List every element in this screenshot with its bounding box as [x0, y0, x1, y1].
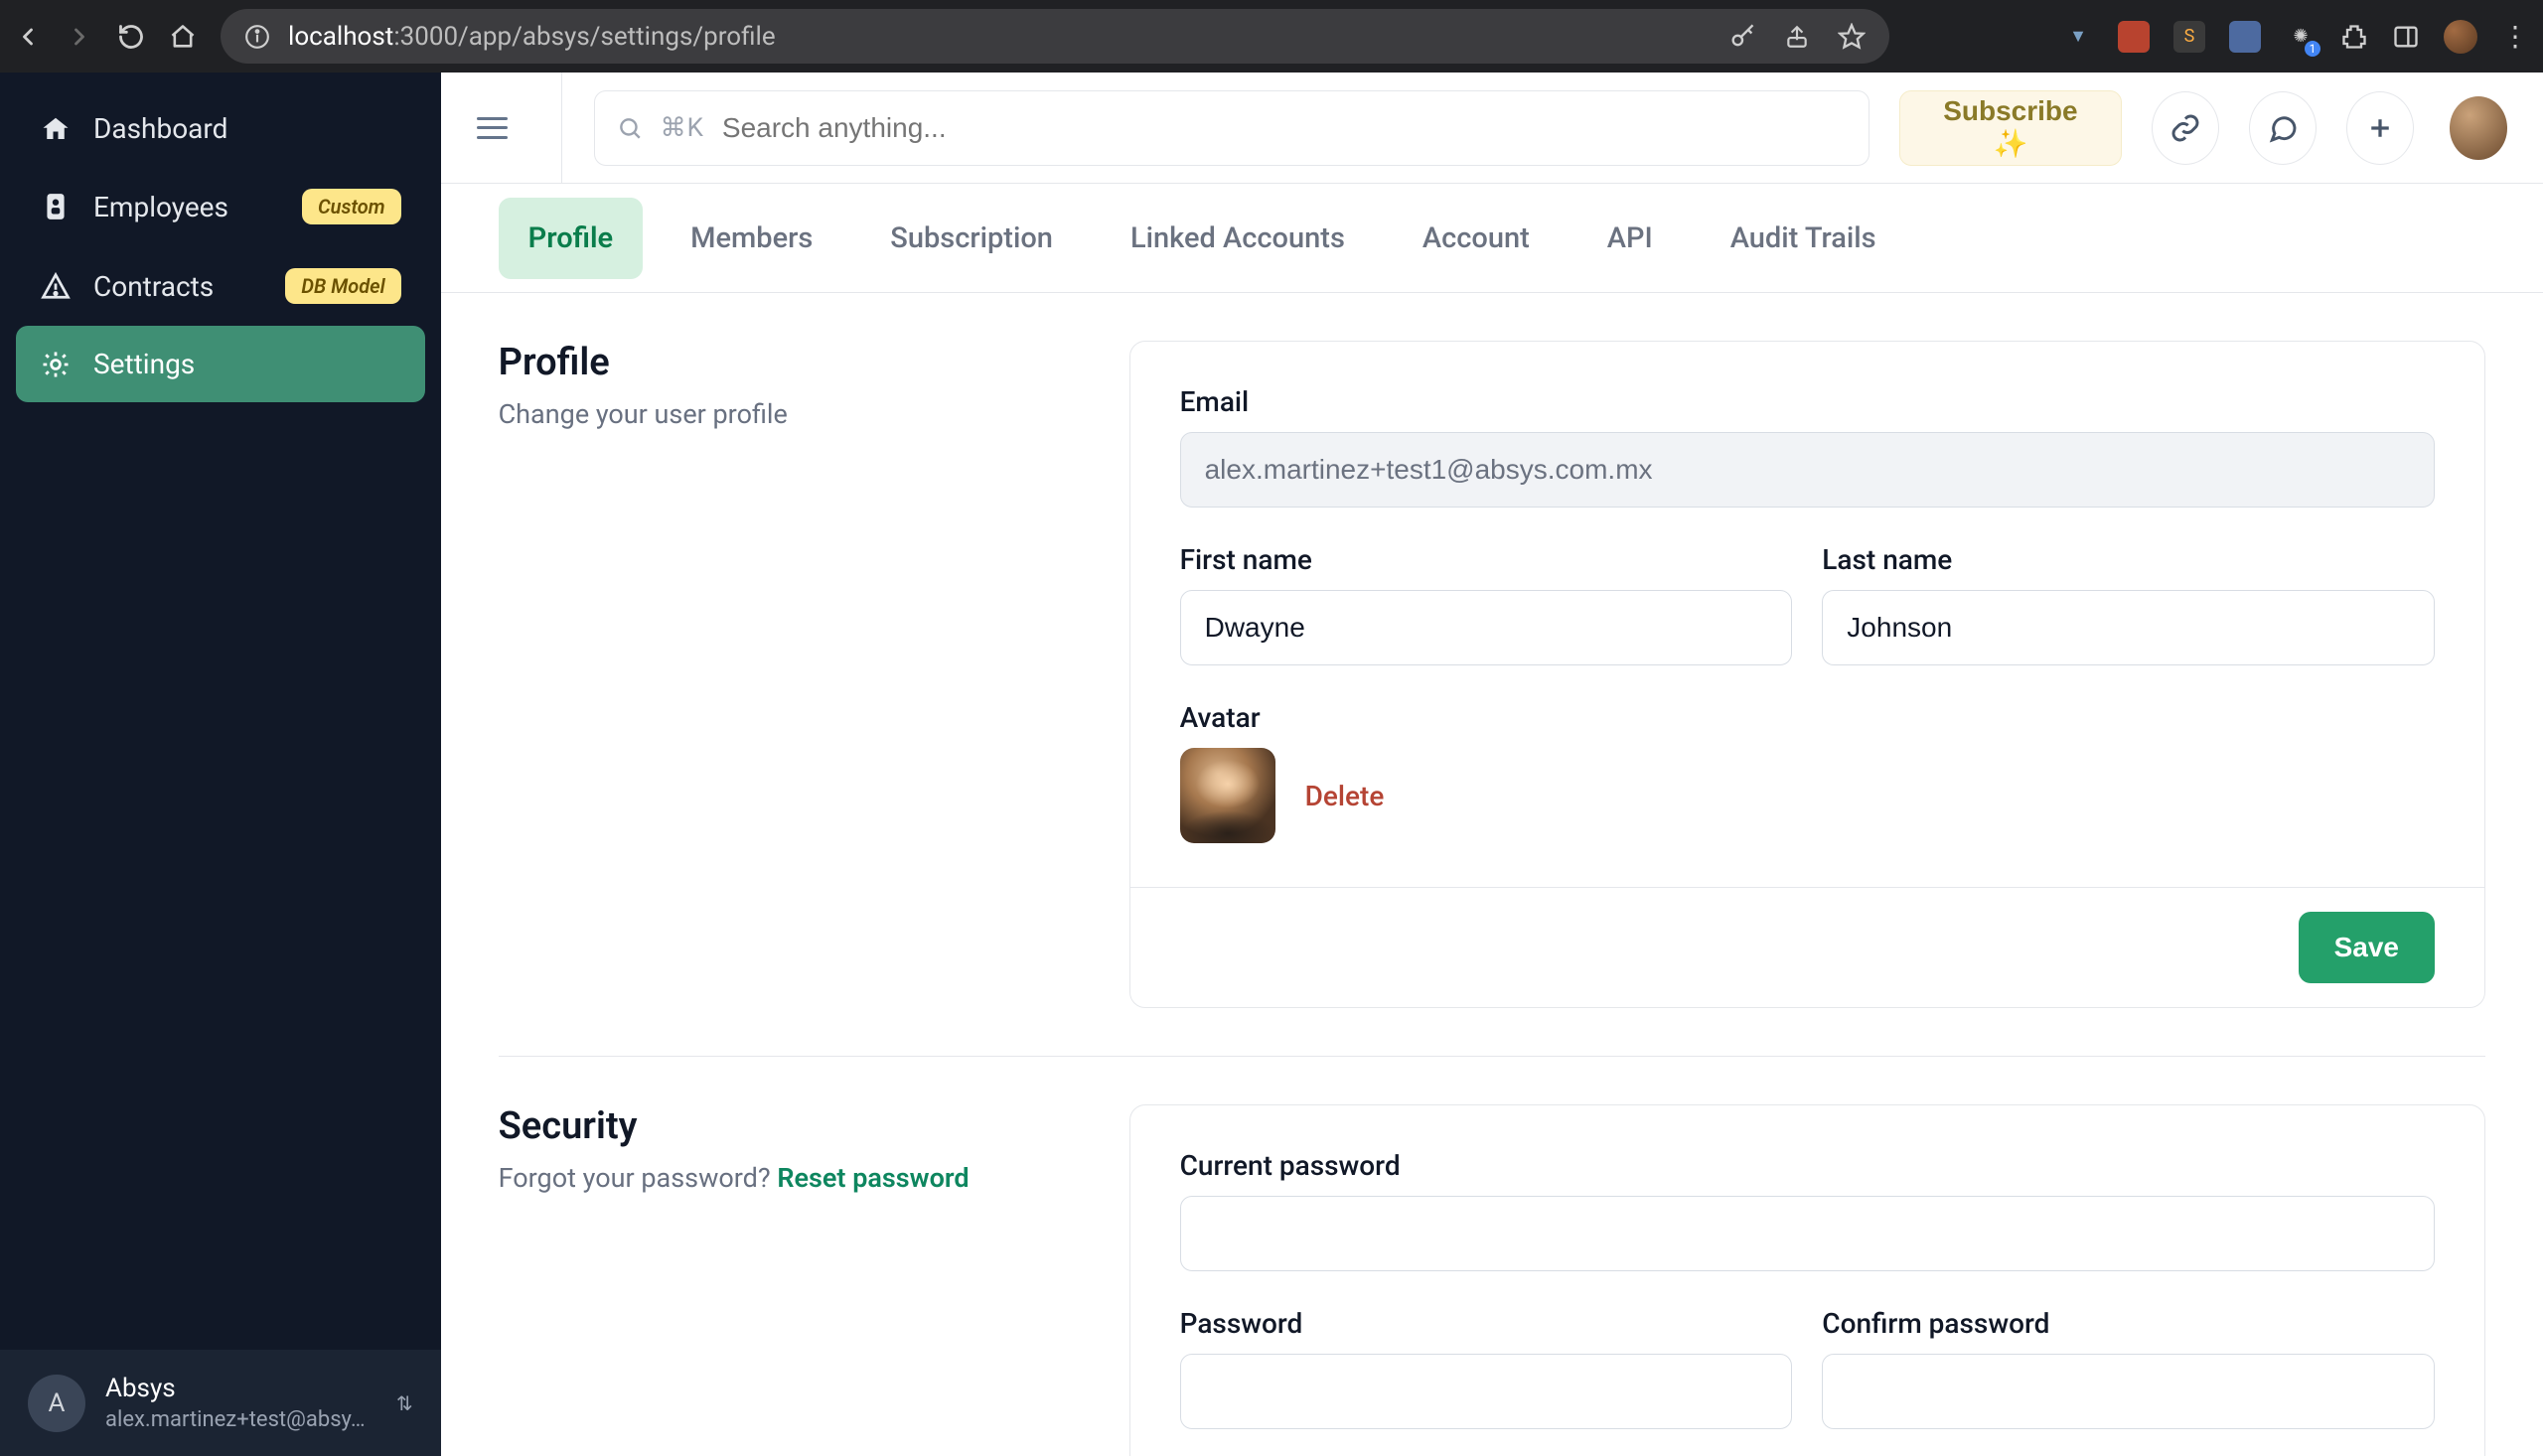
confirm-password-field[interactable]: [1822, 1354, 2435, 1429]
ext-icon-1[interactable]: ▼: [2062, 21, 2094, 53]
search-icon: [617, 115, 643, 141]
tab-account[interactable]: Account: [1393, 198, 1560, 279]
tab-api[interactable]: API: [1577, 198, 1683, 279]
first-name-label: First name: [1180, 543, 1793, 576]
menu-icon[interactable]: ⋮: [2501, 20, 2529, 53]
home-icon[interactable]: [169, 23, 197, 51]
sidebar-item-label: Contracts: [93, 270, 214, 303]
avatar-label: Avatar: [1180, 701, 2435, 734]
security-section: Security Forgot your password? Reset pas…: [499, 1056, 2485, 1456]
section-subtitle: Forgot your password? Reset password: [499, 1162, 1070, 1194]
section-title: Profile: [499, 341, 1070, 384]
info-icon[interactable]: [244, 24, 270, 50]
ext-icon-3[interactable]: S: [2173, 21, 2205, 53]
sidebar-item-label: Settings: [93, 348, 195, 380]
badge-custom: Custom: [302, 189, 401, 224]
ext-icon-2[interactable]: [2118, 21, 2150, 53]
settings-tabs: Profile Members Subscription Linked Acco…: [441, 184, 2543, 293]
sidebar-item-settings[interactable]: Settings: [16, 326, 425, 402]
current-password-label: Current password: [1180, 1149, 2435, 1182]
key-icon[interactable]: [1728, 23, 1756, 51]
home-icon: [40, 114, 72, 144]
sidebar-item-label: Employees: [93, 191, 228, 223]
url-path: :3000/app/absys/settings/profile: [393, 22, 775, 52]
reload-icon[interactable]: [117, 23, 145, 51]
back-icon[interactable]: [14, 23, 42, 51]
profile-section: Profile Change your user profile Email F: [499, 341, 2485, 1056]
chat-button[interactable]: [2249, 91, 2317, 165]
topbar: ⌘K Subscribe ✨: [441, 73, 2543, 184]
section-subtitle: Change your user profile: [499, 398, 1070, 430]
gear-icon: [40, 350, 72, 379]
user-avatar[interactable]: [2450, 96, 2507, 160]
tab-members[interactable]: Members: [661, 198, 842, 279]
password-label: Password: [1180, 1307, 1793, 1340]
first-name-field[interactable]: [1180, 590, 1793, 665]
email-label: Email: [1180, 385, 2435, 418]
badge-dbmodel: DB Model: [285, 268, 400, 304]
sidebar-item-employees[interactable]: Employees Custom: [16, 167, 425, 246]
ext-icon-4[interactable]: [2229, 21, 2261, 53]
add-button[interactable]: [2346, 91, 2414, 165]
tab-subscription[interactable]: Subscription: [860, 198, 1083, 279]
reset-password-link[interactable]: Reset password: [777, 1162, 969, 1194]
extensions-icon[interactable]: [2340, 23, 2368, 51]
star-icon[interactable]: [1838, 23, 1866, 51]
org-avatar: A: [28, 1375, 85, 1432]
last-name-label: Last name: [1822, 543, 2435, 576]
avatar-image[interactable]: [1180, 748, 1275, 843]
sidebar: Dashboard Employees Custom Contracts DB …: [0, 73, 441, 1456]
url-bar[interactable]: localhost:3000/app/absys/settings/profil…: [221, 9, 1889, 64]
hamburger-icon[interactable]: [477, 117, 508, 139]
profile-avatar-icon[interactable]: [2444, 20, 2477, 54]
org-name: Absys: [105, 1374, 366, 1403]
sidebar-item-contracts[interactable]: Contracts DB Model: [16, 246, 425, 326]
org-email: alex.martinez+test@absy…: [105, 1407, 366, 1432]
last-name-field[interactable]: [1822, 590, 2435, 665]
subscribe-button[interactable]: Subscribe ✨: [1899, 90, 2123, 166]
id-card-icon: [40, 192, 72, 221]
ext-icon-5[interactable]: ✺1: [2285, 21, 2317, 53]
tab-audit-trails[interactable]: Audit Trails: [1701, 198, 1906, 279]
tab-profile[interactable]: Profile: [499, 198, 644, 279]
search-input[interactable]: ⌘K: [594, 90, 1870, 166]
section-title: Security: [499, 1104, 1070, 1148]
current-password-field[interactable]: [1180, 1196, 2435, 1271]
save-profile-button[interactable]: Save: [2299, 912, 2435, 983]
warning-icon: [40, 271, 72, 301]
chevron-updown-icon: ⇅: [396, 1391, 413, 1415]
org-switcher[interactable]: A Absys alex.martinez+test@absy… ⇅: [0, 1350, 441, 1456]
panel-icon[interactable]: [2392, 23, 2420, 51]
browser-chrome: localhost:3000/app/absys/settings/profil…: [0, 0, 2543, 73]
search-kbd: ⌘K: [661, 113, 704, 143]
confirm-password-label: Confirm password: [1822, 1307, 2435, 1340]
email-field: [1180, 432, 2435, 508]
forward-icon[interactable]: [66, 23, 93, 51]
tab-linked-accounts[interactable]: Linked Accounts: [1101, 198, 1375, 279]
url-host: localhost: [288, 22, 393, 52]
delete-avatar-link[interactable]: Delete: [1305, 780, 1385, 812]
sidebar-item-label: Dashboard: [93, 112, 227, 145]
password-field[interactable]: [1180, 1354, 1793, 1429]
sidebar-item-dashboard[interactable]: Dashboard: [16, 90, 425, 167]
link-button[interactable]: [2152, 91, 2219, 165]
search-field[interactable]: [722, 112, 1847, 144]
share-icon[interactable]: [1784, 24, 1810, 50]
